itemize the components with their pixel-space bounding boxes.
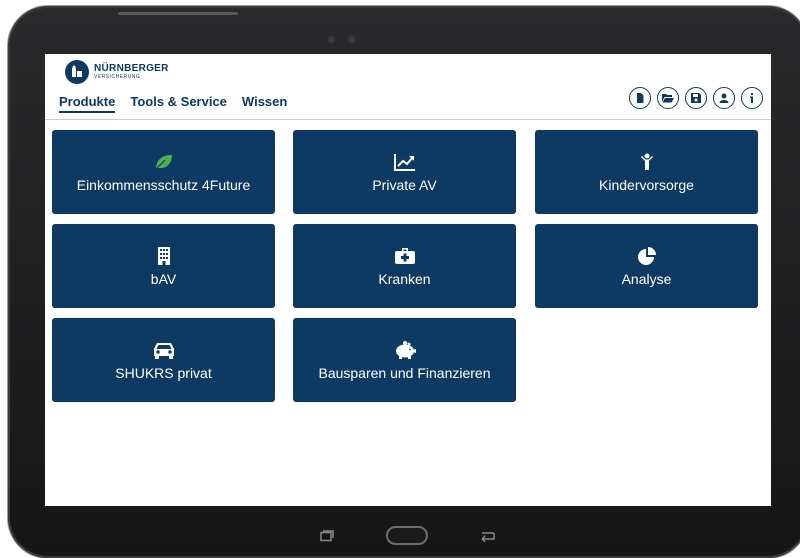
back-icon[interactable]: [480, 530, 496, 542]
car-icon: [153, 342, 174, 359]
info-button[interactable]: [741, 87, 763, 109]
building-icon: [157, 246, 170, 265]
open-folder-button[interactable]: [657, 87, 679, 109]
tile-analyse[interactable]: Analyse: [535, 224, 758, 308]
tile-kranken[interactable]: Kranken: [293, 224, 516, 308]
folder-open-icon: [662, 94, 674, 103]
tile-label: Private AV: [372, 176, 437, 193]
tile-label: SHUKRS privat: [115, 364, 212, 381]
tile-label: bAV: [150, 270, 177, 287]
tablet-edge-highlight: [118, 12, 238, 15]
tile-einkommensschutz[interactable]: Einkommensschutz 4Future: [52, 130, 275, 214]
pie-chart-icon: [637, 246, 656, 265]
tab-tools-service[interactable]: Tools & Service: [130, 94, 227, 113]
save-icon: [691, 93, 701, 103]
leaf-icon: [155, 154, 172, 169]
main-nav: Produkte Tools & Service Wissen: [59, 94, 302, 113]
logo-mark-icon: [65, 60, 89, 84]
brand-sub: VERSICHERUNG: [94, 74, 141, 80]
tile-label: Kindervorsorge: [599, 176, 694, 193]
home-button[interactable]: [386, 526, 428, 545]
user-button[interactable]: [713, 87, 735, 109]
save-button[interactable]: [685, 87, 707, 109]
tile-private-av[interactable]: Private AV: [293, 130, 516, 214]
piggy-bank-icon: [395, 340, 416, 359]
recent-apps-icon[interactable]: [320, 530, 334, 542]
medical-kit-icon: [394, 247, 415, 264]
tile-label: Einkommensschutz 4Future: [76, 176, 251, 193]
header-divider: [45, 119, 771, 120]
tile-bav[interactable]: bAV: [52, 224, 275, 308]
child-icon: [640, 153, 653, 170]
camera-sensor: [328, 36, 335, 43]
tab-wissen[interactable]: Wissen: [242, 94, 287, 113]
top-bar: NÜRNBERGER VERSICHERUNG Produkte Tools &…: [45, 54, 771, 126]
user-icon: [719, 93, 729, 103]
brand-name: NÜRNBERGER: [94, 63, 169, 74]
tile-shukrs-privat[interactable]: SHUKRS privat: [52, 318, 275, 402]
tab-produkte[interactable]: Produkte: [59, 94, 116, 113]
tile-bausparen-finanzieren[interactable]: Bausparen und Finanzieren: [293, 318, 516, 402]
camera-lens: [348, 36, 355, 43]
new-document-button[interactable]: [629, 87, 651, 109]
document-icon: [637, 93, 644, 103]
toolbar: [623, 87, 763, 109]
tile-label: Analyse: [621, 270, 672, 287]
tile-label: Kranken: [378, 270, 431, 287]
info-icon: [750, 93, 753, 103]
tile-kindervorsorge[interactable]: Kindervorsorge: [535, 130, 758, 214]
app-screen: NÜRNBERGER VERSICHERUNG Produkte Tools &…: [45, 54, 771, 506]
brand-logo[interactable]: NÜRNBERGER VERSICHERUNG: [65, 60, 169, 84]
tile-label: Bausparen und Finanzieren: [318, 364, 491, 381]
line-chart-icon: [393, 153, 415, 171]
